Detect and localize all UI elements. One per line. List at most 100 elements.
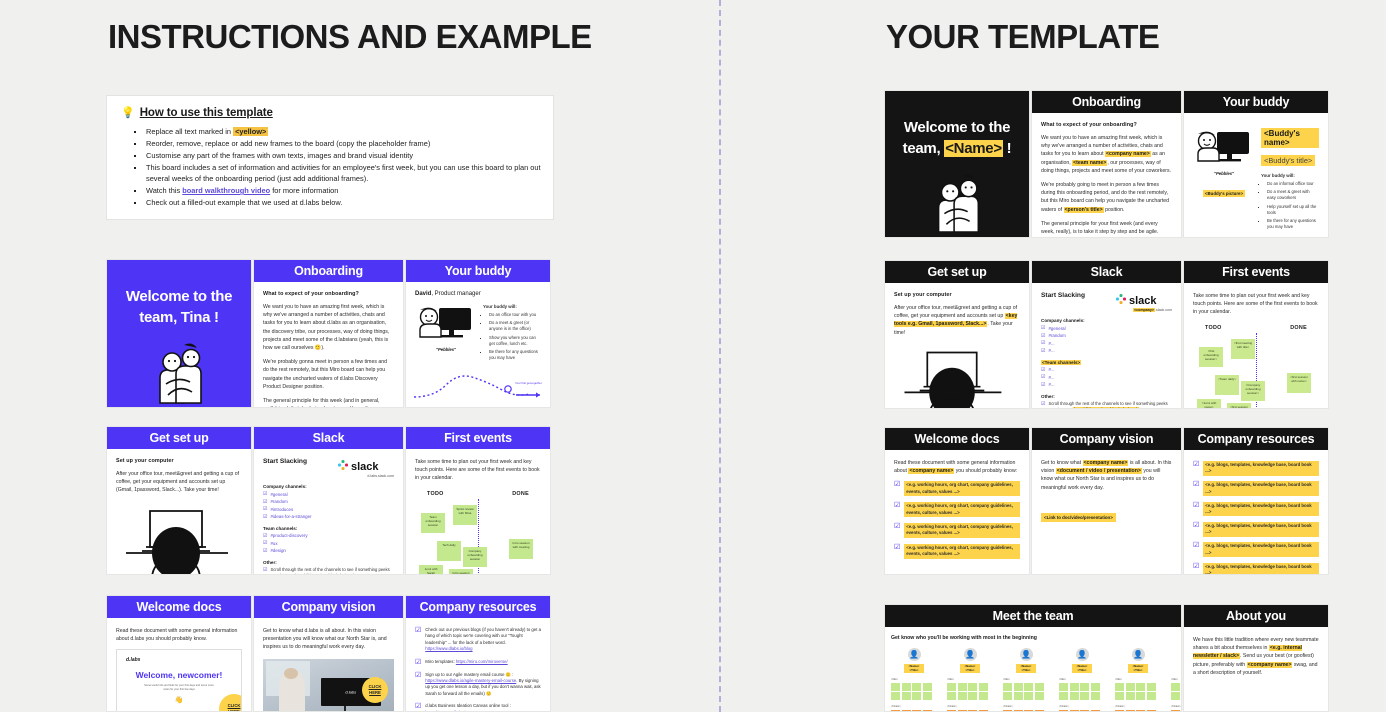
click-here-badge[interactable]: CLICK HERE: [362, 676, 388, 703]
events-intro: Take some time to plan out your first we…: [1193, 293, 1318, 316]
sticky-note[interactable]: <first session with name>: [1227, 402, 1251, 408]
card-slack-template[interactable]: Slack Start Slacking slack <company>.sla…: [1031, 260, 1182, 409]
sticky-note[interactable]: Tech daily: [437, 540, 461, 561]
channel-item[interactable]: ☑ #...: [1041, 367, 1172, 373]
card-slack-example[interactable]: Slack Start Slacking slack d.labs.slack.…: [253, 426, 404, 575]
sticky-note[interactable]: 1on1 with Sarah: [419, 564, 443, 574]
channel-item[interactable]: ☑ #general: [263, 491, 394, 497]
onboarding-heading: What to expect of your onboarding?: [263, 291, 359, 297]
channel-item[interactable]: ☑ #design: [263, 548, 394, 554]
channel-item[interactable]: ☑ #product-discovery: [263, 533, 394, 539]
card-events-example[interactable]: First events Take some time to plan out …: [405, 426, 551, 575]
sticky-note[interactable]: <Team daily>: [1215, 374, 1239, 395]
vision-paragraph: Get to know what <company name> is all a…: [1041, 460, 1172, 491]
channel-item[interactable]: ☑ #...: [1041, 374, 1172, 380]
list-item: This board includes a set of information…: [145, 162, 553, 185]
card-welcome-example[interactable]: Welcome to the team, Tina !: [106, 259, 252, 408]
member-name: <Name> <Title>: [1072, 664, 1092, 674]
card-vision-template[interactable]: Company vision Get to know what <company…: [1031, 427, 1182, 575]
events-intro: Take some time to plan out your first we…: [415, 459, 540, 482]
channel-item[interactable]: ☑ #...: [1041, 382, 1172, 388]
team-member[interactable]: 👤 <Name><Title> <title> <Notes>: [1171, 648, 1181, 711]
other-task[interactable]: ☑ Scroll through the rest of the channel…: [1041, 401, 1172, 408]
sticky-note[interactable]: <Company onboarding session>: [1241, 380, 1265, 401]
card-onboarding-example[interactable]: Onboarding What to expect of your onboar…: [253, 259, 404, 408]
resource-link[interactable]: https://www.dlabs.io/agile-mastery-email…: [425, 678, 516, 683]
channel-item[interactable]: ☑ #random: [1041, 333, 1172, 339]
vision-photo[interactable]: CLICKHERE: [263, 658, 394, 711]
resource-item[interactable]: ☑ Check out our previous blogs (if you h…: [415, 627, 541, 653]
card-resources-example[interactable]: Company resources ☑ Check out our previo…: [405, 595, 551, 712]
green-grid: [1003, 682, 1049, 701]
company-name-placeholder: <company name>: [1246, 661, 1293, 668]
channel-item[interactable]: ☑ #ux: [263, 540, 394, 546]
walkthrough-video-link[interactable]: board walkthrough video: [182, 186, 270, 195]
doc-item[interactable]: ☑ <e.g. working hours, org chart, company…: [894, 523, 1020, 538]
sticky-note[interactable]: <1on1 with name>: [1197, 398, 1221, 408]
card-onboarding-template[interactable]: Onboarding What to expect of your onboar…: [1031, 90, 1182, 238]
doc-item[interactable]: ☑ <e.g. working hours, org chart, company…: [894, 543, 1020, 559]
card-resources-template[interactable]: Company resources ☑ <e.g. blogs, template…: [1183, 427, 1329, 575]
resource-link[interactable]: https://www.dlabs.io/blog: [425, 646, 472, 651]
card-title: First events: [1184, 261, 1328, 283]
company-name-placeholder: <company name>: [1082, 460, 1129, 466]
card-buddy-example[interactable]: Your buddy David, Product manager "Pebbl…: [405, 259, 551, 408]
avatar: 👤: [963, 648, 977, 661]
vision-link-placeholder[interactable]: <Link to doc/video/presentation>: [1041, 512, 1116, 522]
card-vision-example[interactable]: Company vision Get to know what d.labs i…: [253, 595, 404, 712]
team-member[interactable]: 👤 <Name><Title> <title> <Notes>: [1059, 648, 1105, 711]
team-member[interactable]: 👤 <Name><Title> <title> <Notes>: [947, 648, 993, 711]
sticky-note[interactable]: Intro session with meeting: [509, 538, 533, 559]
about-paragraph: We have this little tradition where ever…: [1193, 637, 1319, 676]
check-icon: ☑: [1041, 332, 1046, 339]
channel-item[interactable]: ☑ #introduces: [263, 506, 394, 512]
resource-item[interactable]: ☑ <e.g. blogs, templates, knowledge base,…: [1193, 542, 1319, 558]
resource-item[interactable]: ☑ <e.g. blogs, templates, knowledge base,…: [1193, 501, 1319, 517]
sticky-note[interactable]: <first onboarding session>: [1199, 346, 1223, 367]
sticky-note[interactable]: Company onboarding session: [463, 546, 487, 567]
how-to-panel: 💡 How to use this template Replace all t…: [106, 95, 554, 220]
resource-item[interactable]: ☑ <e.g. blogs, templates, knowledge base,…: [1193, 521, 1319, 537]
card-getset-example[interactable]: Get set up Set up your computer After yo…: [106, 426, 252, 575]
card-about-you[interactable]: About you We have this little tradition …: [1183, 604, 1329, 712]
doc-preview[interactable]: d.labs Welcome, newcomer! Some useful in…: [116, 649, 242, 711]
other-task[interactable]: ☑ Scroll through the rest of the channels…: [263, 566, 394, 575]
channel-item[interactable]: ☑ #...: [1041, 340, 1172, 346]
card-docs-template[interactable]: Welcome docs Read these document with so…: [884, 427, 1030, 575]
person-icon: 👤: [965, 649, 975, 659]
channel-item[interactable]: ☑ #general: [1041, 325, 1172, 331]
resource-item[interactable]: ☑ <e.g. blogs, templates, knowledge base,…: [1193, 481, 1319, 497]
card-docs-example[interactable]: Welcome docs Read these document with so…: [106, 595, 252, 712]
sticky-note[interactable]: Team onboarding session: [421, 512, 445, 533]
resource-item[interactable]: ☑ <e.g. blogs, templates, knowledge base,…: [1193, 562, 1319, 574]
team-member[interactable]: 👤 <Name><Title> <title> <Notes>: [1115, 648, 1161, 711]
done-label: DONE: [1290, 324, 1307, 331]
card-getset-template[interactable]: Get set up Set up your computer After yo…: [884, 260, 1030, 409]
sticky-note[interactable]: Sprint review with Mina: [453, 504, 477, 525]
resource-item[interactable]: ☑ Miro templates: https://miro.com/mirov…: [415, 659, 541, 666]
doc-item[interactable]: ☑ <e.g. working hours, org chart, company…: [894, 481, 1020, 497]
channel-item[interactable]: ☑ #...: [1041, 348, 1172, 354]
row-label: <Notes>: [947, 705, 957, 709]
sticky-note[interactable]: Intro session with Renata: [449, 568, 473, 574]
card-meet-the-team[interactable]: Meet the team Get know who you'll be wor…: [884, 604, 1182, 712]
resource-item[interactable]: ☑ Sign up to our Agile mastery email cou…: [415, 672, 541, 698]
check-icon: ☑: [263, 566, 268, 573]
sticky-note[interactable]: <first session with name>: [1287, 372, 1311, 393]
card-welcome-template[interactable]: Welcome to the team, <Name> !: [884, 90, 1030, 238]
card-buddy-template[interactable]: Your buddy "Pebbles" <Buddy's picture> <…: [1183, 90, 1329, 238]
team-member[interactable]: 👤 <Name><Title> <title> <Notes>: [891, 648, 937, 711]
resource-link[interactable]: https://miro.com/miroverse/: [456, 659, 508, 664]
list-item: Watch this board walkthrough video for m…: [145, 185, 553, 196]
doc-item[interactable]: ☑ <e.g. working hours, org chart, company…: [894, 502, 1020, 518]
sticky-note[interactable]: <first meeting with title>: [1231, 338, 1255, 359]
channel-item[interactable]: ☑ #ideas-for-a-stranger: [263, 514, 394, 520]
getset-heading: Set up your computer: [116, 458, 174, 464]
row-label: <Notes>: [1171, 705, 1181, 709]
team-member[interactable]: 👤 <Name><Title> <title> <Notes>: [1003, 648, 1049, 711]
card-events-template[interactable]: First events Take some time to plan out …: [1183, 260, 1329, 409]
avatar: 👤: [1075, 648, 1089, 661]
resource-item[interactable]: ☑ <e.g. blogs, templates, knowledge base,…: [1193, 461, 1319, 476]
channel-item[interactable]: ☑ #random: [263, 499, 394, 505]
resource-item[interactable]: ☑ d.labs Business Ideation Canvas online…: [415, 703, 541, 711]
